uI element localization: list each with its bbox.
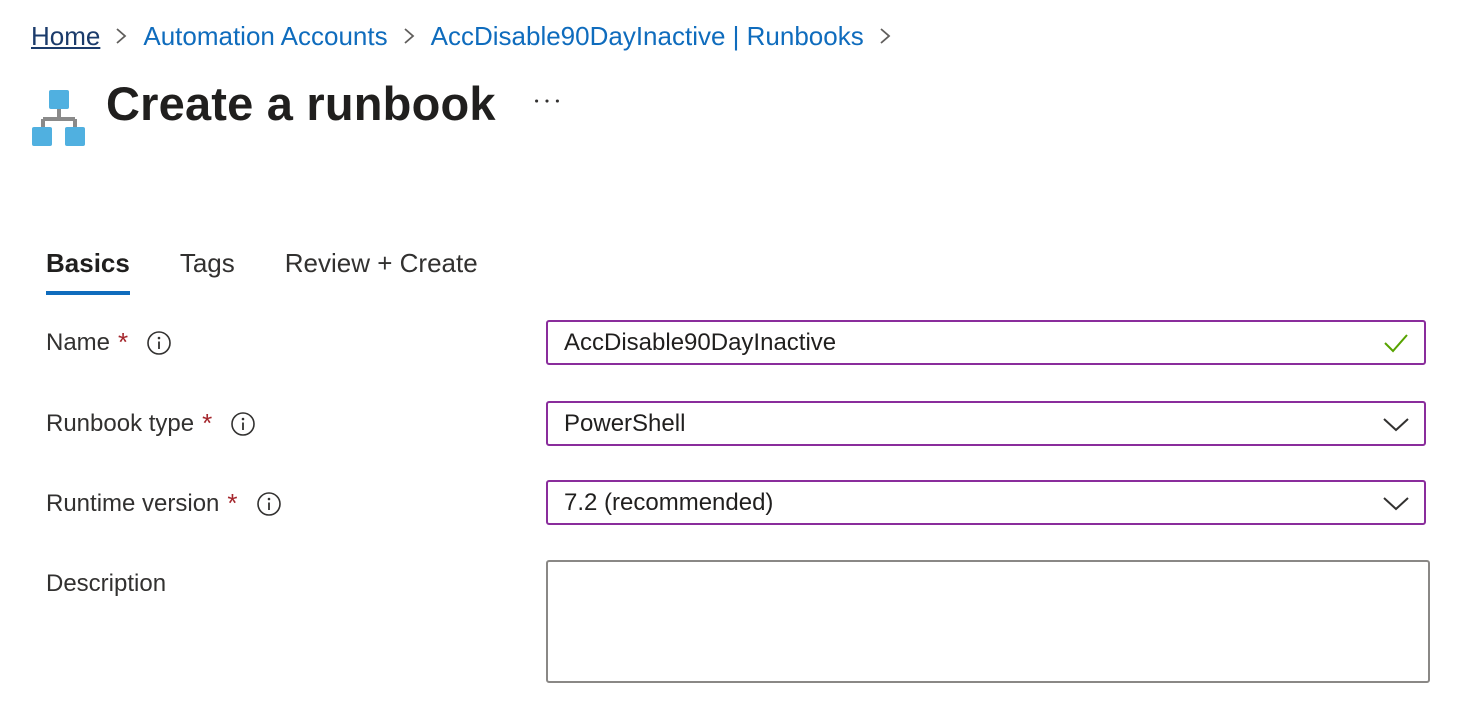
breadcrumb: Home Automation Accounts AccDisable90Day… xyxy=(31,18,907,54)
description-label: Description xyxy=(46,570,167,597)
runtime-version-label-group: Runtime version * xyxy=(46,488,282,519)
tab-basics[interactable]: Basics xyxy=(46,243,130,295)
breadcrumb-runbooks-link[interactable]: AccDisable90DayInactive | Runbooks xyxy=(431,21,864,52)
runbook-type-value: PowerShell xyxy=(564,409,686,437)
runtime-version-label: Runtime version xyxy=(46,489,220,517)
name-label: Name xyxy=(46,328,111,356)
breadcrumb-home-link[interactable]: Home xyxy=(31,21,100,52)
runbook-type-label: Runbook type xyxy=(46,409,195,437)
runtime-version-select[interactable]: 7.2 (recommended) xyxy=(546,480,1426,525)
info-icon[interactable] xyxy=(230,411,256,437)
description-textarea[interactable] xyxy=(546,560,1430,683)
more-options-button[interactable] xyxy=(530,86,564,116)
description-label-group: Description xyxy=(46,570,166,598)
chevron-right-icon xyxy=(878,26,892,46)
info-icon[interactable] xyxy=(256,491,282,517)
tab-bar: Basics Tags Review + Create xyxy=(46,243,528,297)
required-indicator: * xyxy=(202,408,213,438)
chevron-down-icon xyxy=(1382,412,1410,436)
page-title: Create a runbook xyxy=(106,77,496,130)
name-input-value: AccDisable90DayInactive xyxy=(564,328,837,356)
runbook-hierarchy-icon xyxy=(31,90,87,148)
name-input[interactable]: AccDisable90DayInactive xyxy=(546,320,1426,365)
name-label-group: Name * xyxy=(46,327,172,358)
chevron-down-icon xyxy=(1382,491,1410,515)
runbook-type-label-group: Runbook type * xyxy=(46,408,256,439)
breadcrumb-automation-accounts-link[interactable]: Automation Accounts xyxy=(143,21,387,52)
runtime-version-value: 7.2 (recommended) xyxy=(564,488,774,516)
tab-review-create[interactable]: Review + Create xyxy=(285,243,478,295)
runbook-type-select[interactable]: PowerShell xyxy=(546,401,1426,446)
chevron-right-icon xyxy=(402,26,416,46)
ellipsis-icon xyxy=(535,99,559,103)
info-icon[interactable] xyxy=(146,330,172,356)
checkmark-icon xyxy=(1382,331,1410,355)
required-indicator: * xyxy=(227,488,238,518)
tab-tags[interactable]: Tags xyxy=(180,243,235,295)
required-indicator: * xyxy=(118,327,129,357)
chevron-right-icon xyxy=(114,26,128,46)
